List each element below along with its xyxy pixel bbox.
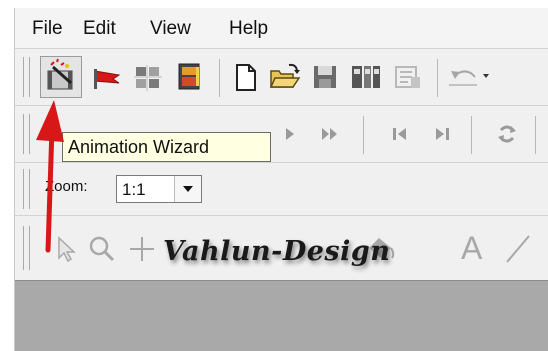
app-window: File Edit View Help Zoom: 1:1 A Animatio… — [0, 0, 548, 351]
annotation-arrow — [36, 100, 64, 253]
